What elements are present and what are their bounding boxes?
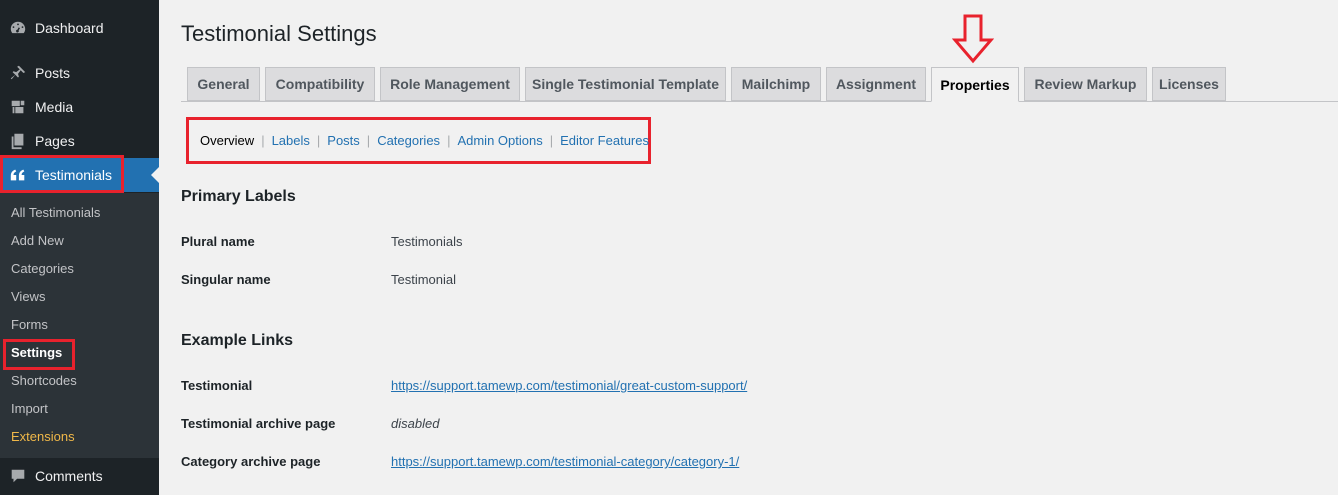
testimonial-example-link[interactable]: https://support.tamewp.com/testimonial/g…	[391, 378, 747, 393]
menu-comments[interactable]: Comments	[0, 459, 159, 493]
section-title-primary-labels: Primary Labels	[181, 188, 296, 205]
menu-testimonials[interactable]: Testimonials	[0, 158, 159, 192]
pages-icon	[8, 131, 28, 151]
quote-icon	[8, 165, 28, 185]
subnav-admin-options[interactable]: Admin Options	[457, 133, 542, 148]
subnav-separator: |	[549, 132, 554, 148]
tab-licenses[interactable]: Licenses	[1152, 67, 1226, 101]
submenu-settings[interactable]: Settings	[11, 343, 62, 363]
menu-label: Dashboard	[35, 20, 104, 36]
submenu-all-testimonials[interactable]: All Testimonials	[11, 203, 100, 223]
tab-role-management[interactable]: Role Management	[380, 67, 520, 101]
menu-label: Posts	[35, 65, 71, 81]
down-arrow-icon	[952, 14, 994, 64]
submenu-shortcodes[interactable]: Shortcodes	[11, 371, 77, 391]
subnav-posts[interactable]: Posts	[327, 133, 360, 148]
subnav-overview[interactable]: Overview	[200, 133, 254, 148]
submenu-import[interactable]: Import	[11, 399, 48, 419]
tab-compatibility[interactable]: Compatibility	[265, 67, 375, 101]
page-title: Testimonial Settings	[181, 21, 377, 46]
row-label-testimonial: Testimonial	[181, 378, 253, 393]
admin-sidebar: Dashboard Posts Media Pages Testimonials…	[0, 0, 159, 495]
tab-mailchimp[interactable]: Mailchimp	[731, 67, 821, 101]
subnav-separator: |	[316, 132, 321, 148]
menu-posts[interactable]: Posts	[0, 56, 159, 90]
comment-icon	[8, 466, 28, 486]
section-title-example-links: Example Links	[181, 332, 294, 349]
menu-label: Pages	[35, 133, 75, 149]
dashboard-icon	[8, 18, 28, 38]
submenu-views[interactable]: Views	[11, 287, 45, 307]
subnav-separator: |	[261, 132, 265, 148]
submenu-extensions[interactable]: Extensions	[11, 427, 75, 447]
category-archive-link[interactable]: https://support.tamewp.com/testimonial-c…	[391, 454, 739, 469]
subnav-editor-features[interactable]: Editor Features	[560, 133, 649, 148]
tab-single-testimonial-template[interactable]: Single Testimonial Template	[525, 67, 726, 101]
menu-pages[interactable]: Pages	[0, 124, 159, 158]
archive-page-status: disabled	[391, 416, 440, 431]
subnav-labels[interactable]: Labels	[272, 133, 310, 148]
row-value-singular-name: Testimonial	[391, 272, 457, 287]
menu-label: Comments	[35, 468, 103, 484]
submenu-add-new[interactable]: Add New	[11, 231, 64, 251]
media-icon	[8, 97, 28, 117]
row-label-singular-name: Singular name	[181, 272, 271, 287]
menu-label: Testimonials	[35, 167, 113, 183]
subnav-separator: |	[366, 132, 371, 148]
row-value-plural-name: Testimonials	[391, 234, 463, 249]
menu-label: Media	[35, 99, 74, 115]
subnav-categories[interactable]: Categories	[377, 133, 440, 148]
tab-general[interactable]: General	[187, 67, 260, 101]
tabs-divider	[181, 101, 1338, 102]
row-label-category-archive: Category archive page	[181, 454, 321, 469]
subnav-separator: |	[447, 132, 451, 148]
menu-media[interactable]: Media	[0, 90, 159, 124]
row-label-archive-page: Testimonial archive page	[181, 416, 336, 431]
submenu-forms[interactable]: Forms	[11, 315, 48, 335]
tab-properties[interactable]: Properties	[931, 67, 1019, 102]
row-label-plural-name: Plural name	[181, 234, 255, 249]
tab-assignment[interactable]: Assignment	[826, 67, 926, 101]
properties-subnav: Overview | Labels | Posts | Categories |…	[200, 131, 649, 149]
tab-review-markup[interactable]: Review Markup	[1024, 67, 1147, 101]
testimonials-submenu: All Testimonials Add New Categories View…	[0, 193, 159, 458]
menu-dashboard[interactable]: Dashboard	[0, 11, 159, 45]
submenu-categories[interactable]: Categories	[11, 259, 74, 279]
pin-icon	[8, 63, 28, 83]
